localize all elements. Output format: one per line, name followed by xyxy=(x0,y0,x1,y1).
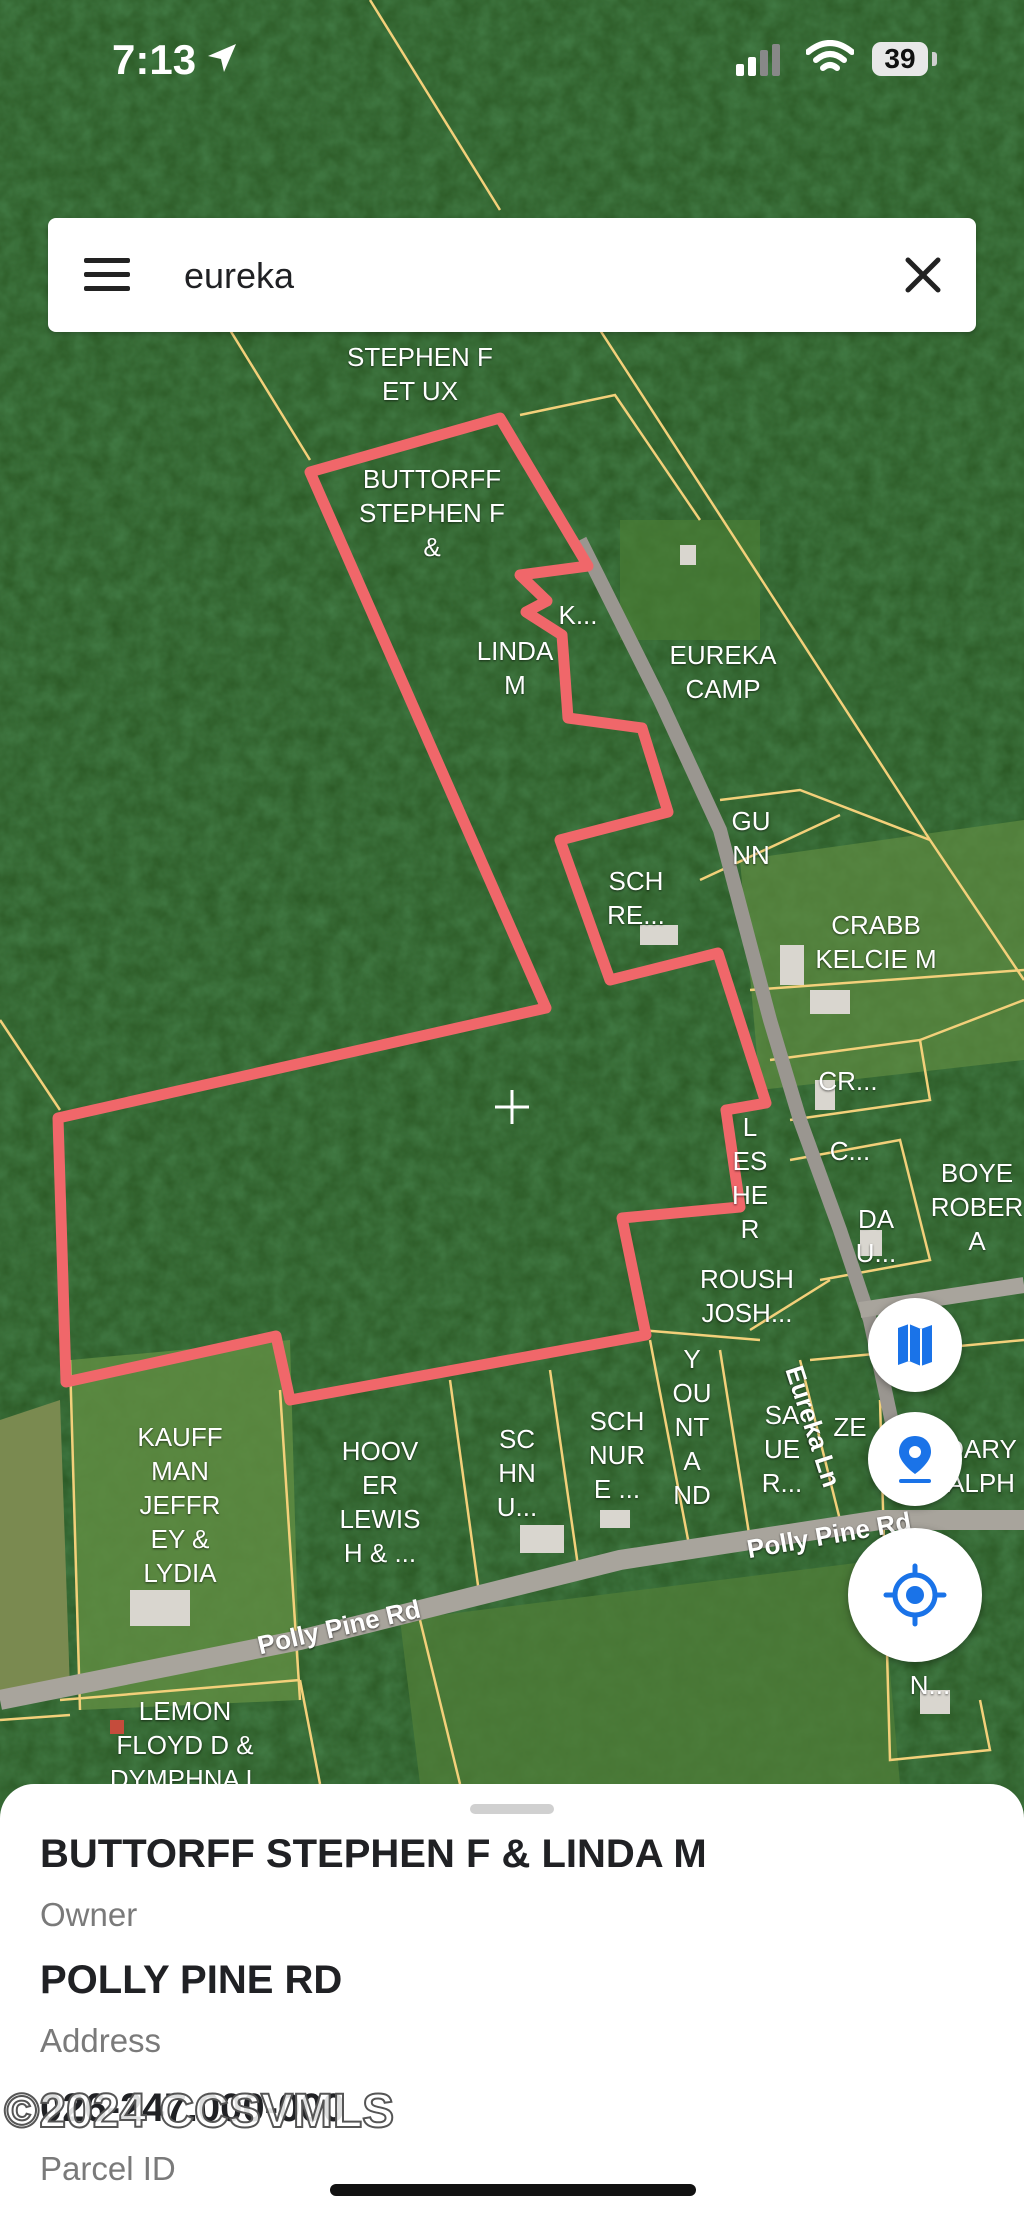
location-pin-icon xyxy=(899,1436,931,1483)
map-layers-icon xyxy=(898,1324,932,1366)
signal-icon xyxy=(736,44,780,76)
wifi-icon xyxy=(806,40,854,71)
map-layers-button[interactable] xyxy=(868,1298,962,1392)
location-arrow-icon xyxy=(208,44,236,72)
home-indicator[interactable] xyxy=(330,2184,696,2196)
search-bar xyxy=(48,218,976,332)
battery-tip xyxy=(932,52,937,66)
parcel-label[interactable]: EUREKA CAMP xyxy=(650,638,796,706)
address-value: POLLY PINE RD xyxy=(40,1958,343,2002)
parcel-label[interactable]: HOOV ER LEWIS H & ... xyxy=(320,1434,440,1570)
parcel-info-sheet[interactable]: BUTTORFF STEPHEN F & LINDA M Owner POLLY… xyxy=(0,1784,1024,2216)
parcel-label[interactable]: BUTTORFF STEPHEN F & xyxy=(352,462,512,564)
sheet-drag-handle[interactable] xyxy=(470,1804,554,1814)
parcel-id-label: Parcel ID xyxy=(40,2150,176,2187)
status-time: 7:13 xyxy=(112,36,197,83)
parcel-label[interactable]: LEMON FLOYD D & DYMPHNA L xyxy=(88,1694,282,1796)
parcel-label[interactable]: DA U... xyxy=(846,1202,906,1270)
camp-clearing xyxy=(620,520,760,640)
search-input[interactable] xyxy=(182,250,806,302)
copyright-watermark: ©2024 CCSVMLS xyxy=(3,2084,395,2139)
parcel-label[interactable]: C... xyxy=(820,1134,880,1168)
parcel-label[interactable]: SC HN U... xyxy=(480,1422,554,1524)
my-location-button[interactable] xyxy=(848,1528,982,1662)
status-bar: 7:13 39 xyxy=(0,0,1024,120)
parcel-label[interactable]: SCH NUR E ... xyxy=(574,1404,660,1506)
menu-icon[interactable] xyxy=(84,258,130,292)
close-icon[interactable] xyxy=(900,252,946,298)
parcel-label[interactable]: KAUFF MAN JEFFR EY & LYDIA xyxy=(120,1420,240,1590)
parcel-label[interactable]: CR... xyxy=(810,1064,886,1098)
parcel-label[interactable]: N... xyxy=(900,1668,960,1702)
parcel-label[interactable]: LINDA M xyxy=(460,634,570,702)
parcel-label[interactable]: L ES HE R xyxy=(722,1110,778,1246)
location-pin-button[interactable] xyxy=(868,1412,962,1506)
owner-value: BUTTORFF STEPHEN F & LINDA M xyxy=(40,1832,707,1876)
parcel-label[interactable]: K... xyxy=(548,598,608,632)
battery-level: 39 xyxy=(884,43,916,74)
my-location-icon xyxy=(883,1563,947,1627)
parcel-label[interactable]: STEPHEN F ET UX xyxy=(330,340,510,408)
parcel-label[interactable]: BOYE ROBER A xyxy=(930,1156,1024,1258)
battery-icon: 39 xyxy=(872,42,928,76)
field-west xyxy=(0,1400,70,1700)
parcel-label[interactable]: GU NN xyxy=(718,804,784,872)
owner-label: Owner xyxy=(40,1896,138,1933)
address-label: Address xyxy=(40,2022,162,2059)
parcel-label[interactable]: ROUSH JOSH... xyxy=(684,1262,810,1330)
parcel-label[interactable]: Y OU NT A ND xyxy=(664,1342,720,1512)
parcel-label[interactable]: SCH RE... xyxy=(598,864,674,932)
parcel-label[interactable]: CRABB KELCIE M xyxy=(808,908,944,976)
